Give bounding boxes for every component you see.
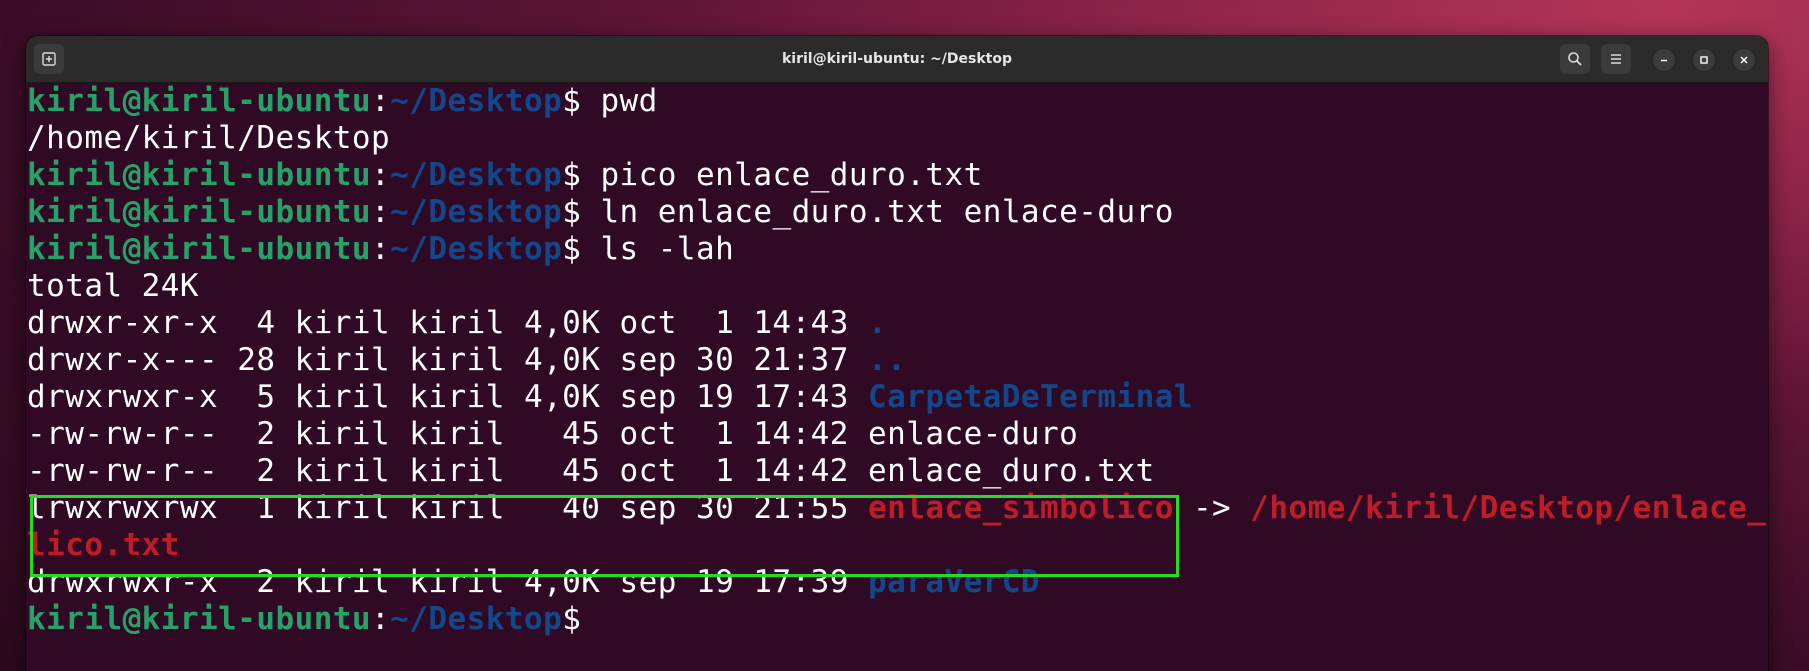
prompt-separator: :	[371, 194, 391, 230]
prompt-user: kiril@kiril-ubuntu	[27, 83, 372, 119]
file-meta: -rw-rw-r-- 2 kiril kiril 45 oct 1 14:42	[27, 416, 868, 452]
command-line: kiril@kiril-ubuntu:~/Desktop$ ln enlace_…	[27, 194, 1768, 231]
command-text: pwd	[600, 83, 658, 119]
command-line: kiril@kiril-ubuntu:~/Desktop$ ls -lah	[27, 231, 1768, 268]
prompt-separator: :	[371, 601, 391, 637]
symlink-name: enlace_simbolico	[868, 490, 1174, 526]
command-text: ls -lah	[600, 231, 735, 267]
command-line: kiril@kiril-ubuntu:~/Desktop$ pwd	[27, 83, 1768, 120]
prompt-path: ~/Desktop	[390, 231, 563, 267]
prompt-symbol: $	[562, 231, 601, 267]
maximize-button[interactable]	[1693, 49, 1715, 71]
prompt-separator: :	[371, 157, 391, 193]
output-line: total 24K	[27, 268, 200, 304]
prompt-path: ~/Desktop	[390, 83, 563, 119]
file-meta: -rw-rw-r-- 2 kiril kiril 45 oct 1 14:42	[27, 453, 868, 489]
symlink-target: /home/kiril/Desktop/enlace_simbo	[1250, 490, 1768, 526]
prompt-path: ~/Desktop	[390, 601, 563, 637]
terminal-window: kiril@kiril-ubuntu: ~/Desktop kiril@kiri…	[26, 36, 1768, 671]
prompt-user: kiril@kiril-ubuntu	[27, 157, 372, 193]
prompt-symbol: $	[562, 601, 601, 637]
file-meta: drwxr-x--- 28 kiril kiril 4,0K sep 30 21…	[27, 342, 868, 378]
window-title: kiril@kiril-ubuntu: ~/Desktop	[781, 51, 1013, 67]
file-meta: drwxrwxr-x 2 kiril kiril 4,0K sep 19 17:…	[27, 564, 868, 600]
prompt-user: kiril@kiril-ubuntu	[27, 601, 372, 637]
file-meta: drwxr-xr-x 4 kiril kiril 4,0K oct 1 14:4…	[27, 305, 868, 341]
command-text: pico enlace_duro.txt	[600, 157, 983, 193]
symlink-target-continued: lico.txt	[27, 527, 180, 563]
output-line: /home/kiril/Desktop	[27, 120, 391, 156]
command-text: ln enlace_duro.txt enlace-duro	[600, 194, 1174, 230]
prompt-symbol: $	[562, 194, 601, 230]
minimize-button[interactable]	[1653, 49, 1675, 71]
file-name: .	[868, 305, 888, 341]
search-icon	[1568, 52, 1582, 66]
file-name: enlace_duro.txt	[868, 453, 1155, 489]
minimize-icon	[1661, 59, 1667, 62]
file-name: CarpetaDeTerminal	[868, 379, 1193, 415]
menu-button[interactable]	[1601, 44, 1631, 74]
listing-row: -rw-rw-r-- 2 kiril kiril 45 oct 1 14:42 …	[27, 453, 1768, 490]
file-meta: drwxrwxr-x 5 kiril kiril 4,0K sep 19 17:…	[27, 379, 868, 415]
prompt-separator: :	[371, 83, 391, 119]
listing-row: lrwxrwxrwx 1 kiril kiril 40 sep 30 21:55…	[27, 490, 1768, 527]
listing-row: -rw-rw-r-- 2 kiril kiril 45 oct 1 14:42 …	[27, 416, 1768, 453]
command-line: kiril@kiril-ubuntu:~/Desktop$ pico enlac…	[27, 157, 1768, 194]
listing-row: drwxrwxr-x 2 kiril kiril 4,0K sep 19 17:…	[27, 564, 1768, 601]
terminal-output[interactable]: kiril@kiril-ubuntu:~/Desktop$ pwd /home/…	[26, 83, 1768, 638]
file-name: ..	[868, 342, 907, 378]
prompt-path: ~/Desktop	[390, 194, 563, 230]
title-bar: kiril@kiril-ubuntu: ~/Desktop	[26, 36, 1768, 83]
prompt-symbol: $	[562, 83, 601, 119]
search-button[interactable]	[1560, 44, 1590, 74]
file-name: enlace-duro	[868, 416, 1079, 452]
prompt-user: kiril@kiril-ubuntu	[27, 231, 372, 267]
listing-row: drwxrwxr-x 5 kiril kiril 4,0K sep 19 17:…	[27, 379, 1768, 416]
prompt-path: ~/Desktop	[390, 157, 563, 193]
file-meta: lrwxrwxrwx 1 kiril kiril 40 sep 30 21:55	[27, 490, 868, 526]
maximize-icon	[1700, 56, 1708, 64]
close-button[interactable]	[1733, 49, 1755, 71]
hamburger-menu-icon	[1611, 54, 1621, 64]
listing-row-wrap: lico.txt	[27, 527, 1768, 564]
prompt-symbol: $	[562, 157, 601, 193]
file-name: paraVerCD	[868, 564, 1041, 600]
close-icon	[1740, 56, 1748, 64]
prompt-separator: :	[371, 231, 391, 267]
listing-row: drwxr-xr-x 4 kiril kiril 4,0K oct 1 14:4…	[27, 305, 1768, 342]
command-line: kiril@kiril-ubuntu:~/Desktop$	[27, 601, 1768, 638]
listing-row: drwxr-x--- 28 kiril kiril 4,0K sep 30 21…	[27, 342, 1768, 379]
prompt-user: kiril@kiril-ubuntu	[27, 194, 372, 230]
symlink-arrow: ->	[1173, 490, 1251, 526]
